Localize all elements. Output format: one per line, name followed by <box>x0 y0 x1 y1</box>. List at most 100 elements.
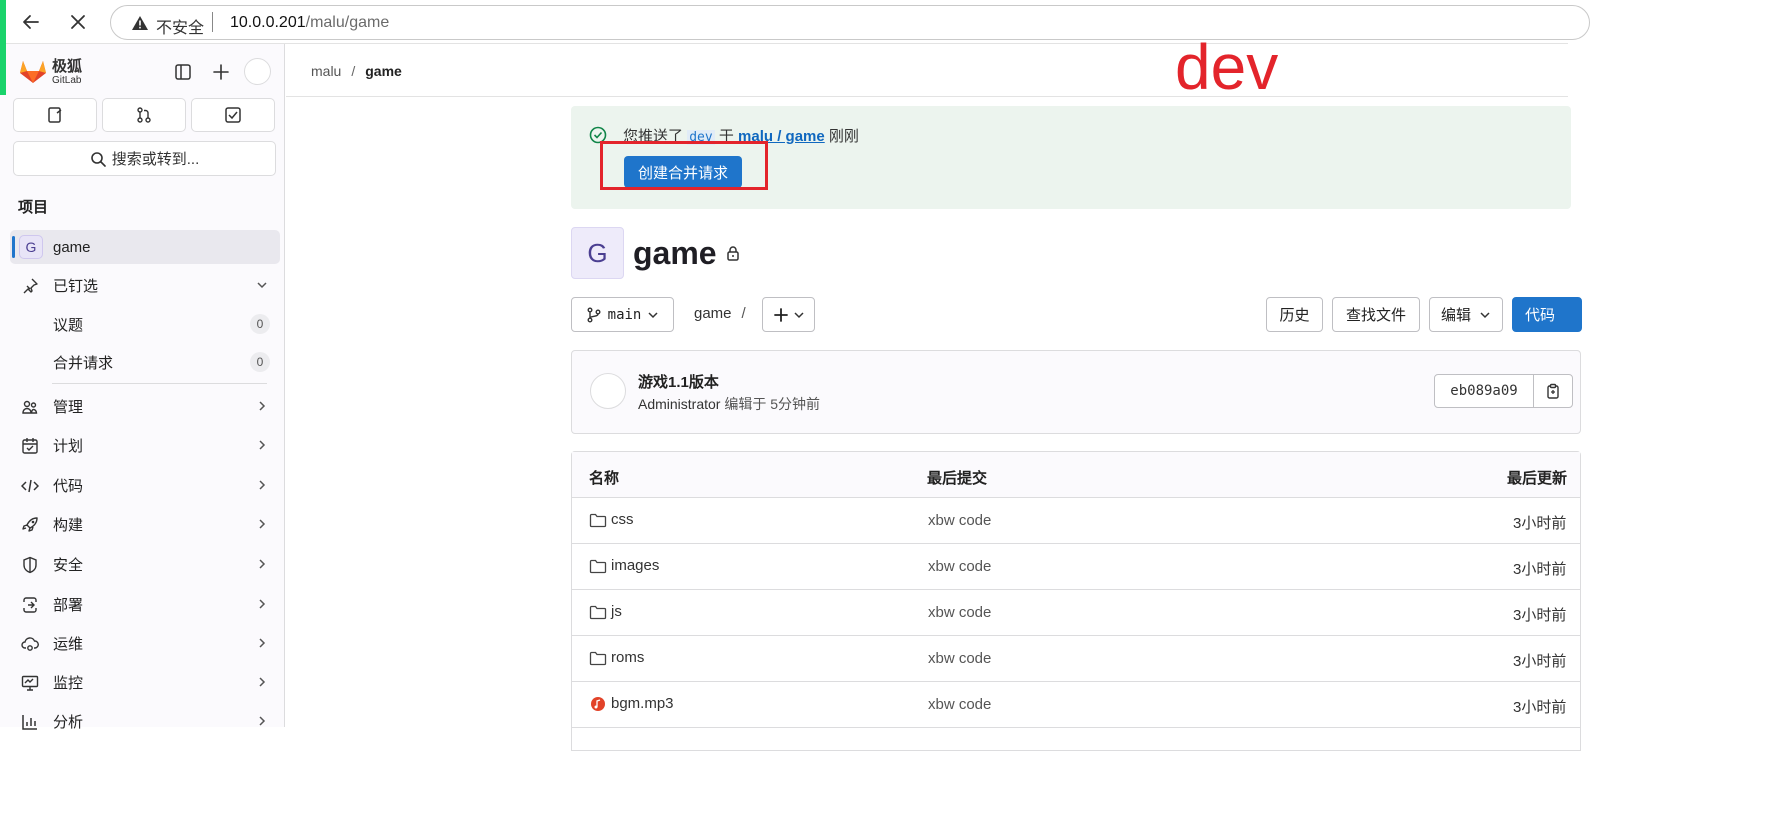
folder-icon <box>589 651 607 665</box>
file-last-commit[interactable]: xbw code <box>928 512 991 529</box>
table-row[interactable]: js xbw code 3小时前 <box>572 590 1580 636</box>
commit-author[interactable]: Administrator <box>638 396 720 412</box>
url-text[interactable]: 10.0.0.201/malu/game <box>230 14 389 32</box>
gitlab-logo-icon[interactable] <box>18 56 48 84</box>
file-last-commit[interactable]: xbw code <box>928 604 991 621</box>
toggle-sidebar-button[interactable] <box>171 60 195 84</box>
sidebar-item-plan[interactable]: 计划 <box>10 428 280 462</box>
chevron-down-icon <box>256 279 268 291</box>
project-title: game <box>633 235 717 271</box>
sidebar-item-label: 计划 <box>53 437 84 455</box>
table-row[interactable]: images xbw code 3小时前 <box>572 544 1580 590</box>
clipboard-icon <box>1547 383 1559 399</box>
file-last-commit[interactable]: xbw code <box>928 558 991 575</box>
find-file-button[interactable]: 查找文件 <box>1332 297 1420 332</box>
file-updated: 3小时前 <box>1513 699 1567 716</box>
sidebar-item-label: 部署 <box>53 596 84 614</box>
sidebar-item-issues[interactable]: 议题 0 <box>10 307 280 341</box>
sidebar-item-label: 已钉选 <box>53 277 99 295</box>
todo-quick-button[interactable] <box>191 98 275 132</box>
sidebar-item-label: 构建 <box>53 516 84 534</box>
repo-path-root[interactable]: game <box>694 305 732 322</box>
sidebar-item-merge-requests[interactable]: 合并请求 0 <box>10 345 280 379</box>
project-avatar: G <box>19 235 43 259</box>
chevron-right-icon <box>256 558 268 570</box>
repo-path-separator: / <box>741 305 746 322</box>
breadcrumb-parent-link[interactable]: malu <box>311 63 341 79</box>
url-host: 10.0.0.201 <box>230 14 306 31</box>
breadcrumb-current[interactable]: game <box>365 63 402 79</box>
insecure-label: 不安全 <box>156 20 205 37</box>
shield-icon <box>20 555 40 575</box>
sidebar-item-project[interactable]: G game <box>10 230 280 264</box>
file-name[interactable]: css <box>589 511 634 528</box>
file-last-commit[interactable]: xbw code <box>928 650 991 667</box>
chevron-right-icon <box>256 598 268 610</box>
sidebar-item-build[interactable]: 构建 <box>10 507 280 541</box>
sidebar-item-label: game <box>53 238 91 256</box>
issues-icon <box>48 107 62 123</box>
sidebar-item-label: 合并请求 <box>53 354 114 372</box>
folder-icon <box>589 513 607 527</box>
file-updated: 3小时前 <box>1513 515 1567 532</box>
folder-icon <box>589 605 607 619</box>
branch-selector[interactable]: main <box>571 297 674 332</box>
project-badge-letter: G <box>19 235 43 259</box>
history-button[interactable]: 历史 <box>1266 297 1323 332</box>
dev-annotation-label: dev <box>1175 31 1279 103</box>
file-last-commit[interactable]: xbw code <box>928 696 991 713</box>
section-title: 项目 <box>18 199 49 216</box>
url-path: /malu/game <box>305 14 390 31</box>
file-name[interactable]: js <box>589 603 622 620</box>
sidebar-item-label: 代码 <box>53 477 84 495</box>
file-name-label: images <box>611 557 660 574</box>
logo-text-zh: 极狐 <box>52 58 83 75</box>
edit-dropdown[interactable]: 编辑 <box>1429 297 1503 332</box>
sidebar-item-pinned[interactable]: 已钉选 <box>10 268 280 302</box>
browser-toolbar: 不安全 10.0.0.201/malu/game <box>0 0 1590 44</box>
issues-quick-button[interactable] <box>13 98 97 132</box>
commit-sha[interactable]: eb089a09 <box>1434 374 1534 408</box>
code-icon <box>20 476 40 496</box>
stop-loading-button[interactable] <box>64 8 92 36</box>
breadcrumb-separator: / <box>351 63 356 79</box>
sidebar-item-deploy[interactable]: 部署 <box>10 587 280 621</box>
file-name[interactable]: images <box>589 557 659 574</box>
sidebar-item-monitor[interactable]: 监控 <box>10 665 280 699</box>
file-name-label: css <box>611 511 634 528</box>
sidebar-item-analyze[interactable]: 分析 <box>10 704 280 738</box>
branch-icon <box>587 307 601 322</box>
sidebar-item-label: 议题 <box>53 316 84 334</box>
commit-time: 编辑于 5分钟前 <box>724 396 821 412</box>
sidebar-item-security[interactable]: 安全 <box>10 547 280 581</box>
project-avatar: G <box>571 227 624 279</box>
sidebar-item-code[interactable]: 代码 <box>10 468 280 502</box>
table-row[interactable]: bgm.mp3 xbw code 3小时前 <box>572 682 1580 728</box>
table-row[interactable]: roms xbw code 3小时前 <box>572 636 1580 682</box>
code-dropdown[interactable]: 代码 <box>1512 297 1582 332</box>
logo-text: 极狐 GitLab <box>52 59 82 86</box>
address-divider <box>212 12 213 32</box>
merge-request-icon <box>137 107 151 123</box>
lock-icon <box>725 245 741 261</box>
add-to-tree-button[interactable] <box>762 297 815 332</box>
merge-requests-quick-button[interactable] <box>102 98 186 132</box>
active-indicator <box>12 236 15 258</box>
chevron-right-icon <box>256 518 268 530</box>
sidebar-item-manage[interactable]: 管理 <box>10 389 280 423</box>
address-bar[interactable]: 不安全 10.0.0.201/malu/game <box>110 5 1590 40</box>
copy-sha-button[interactable] <box>1533 374 1573 408</box>
chevron-down-icon <box>1480 311 1490 318</box>
file-name[interactable]: bgm.mp3 <box>589 695 674 712</box>
file-updated: 3小时前 <box>1513 653 1567 670</box>
sidebar-item-operate[interactable]: 运维 <box>10 626 280 660</box>
user-avatar[interactable] <box>244 58 271 85</box>
commit-title[interactable]: 游戏1.1版本 <box>638 371 719 392</box>
file-name[interactable]: roms <box>589 649 644 666</box>
back-button[interactable] <box>17 8 45 36</box>
table-row[interactable]: css xbw code 3小时前 <box>572 498 1580 544</box>
search-button[interactable]: 搜索或转到... <box>13 141 276 176</box>
column-header-last-commit: 最后提交 <box>927 470 988 487</box>
create-new-button[interactable] <box>209 60 233 84</box>
sidebar-item-label: 运维 <box>53 635 84 653</box>
